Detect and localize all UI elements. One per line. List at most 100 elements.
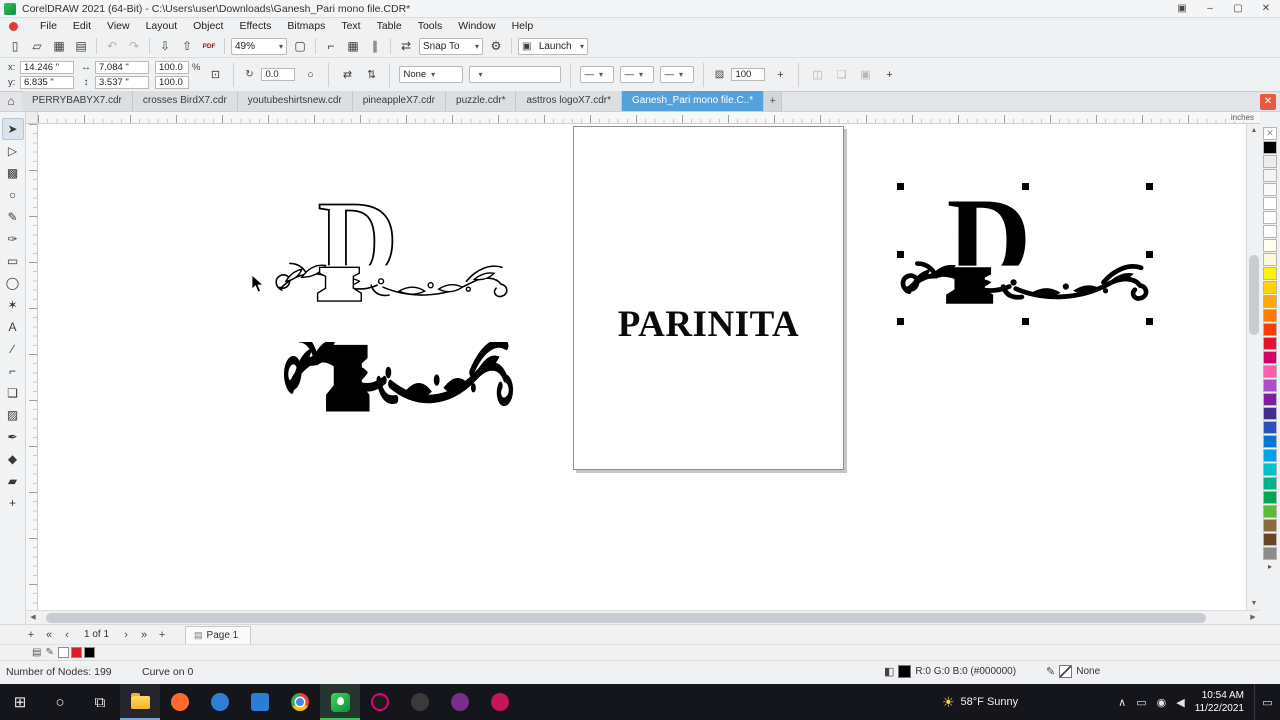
palette-options-icon[interactable]: ▤ [32, 647, 41, 658]
color-swatch[interactable] [1263, 281, 1277, 294]
increase-button[interactable]: + [771, 66, 789, 84]
color-swatch[interactable] [1263, 183, 1277, 196]
launch-select[interactable]: ▣ Launch ▾ [518, 37, 588, 55]
show-guidelines-button[interactable]: ∥ [364, 36, 386, 56]
color-swatch[interactable] [1263, 141, 1277, 154]
search-button[interactable]: ○ [40, 684, 80, 720]
document-color-swatch[interactable] [83, 647, 95, 658]
text-tool[interactable]: A [2, 316, 24, 338]
weather-widget[interactable]: ☀ 58°F Sunny [942, 694, 1018, 711]
line-pattern-select[interactable]: — ▾ [620, 66, 655, 83]
color-swatch[interactable] [1263, 155, 1277, 168]
last-page-button[interactable]: » [135, 626, 153, 644]
first-page-button[interactable]: « [40, 626, 58, 644]
object-properties-button[interactable]: ▣ [856, 66, 874, 84]
import-button[interactable]: ⇩ [154, 36, 176, 56]
maximize-button[interactable]: ▢ [1224, 0, 1252, 18]
network-icon[interactable]: ◉ [1157, 696, 1167, 709]
transparency-tool[interactable]: ▨ [2, 404, 24, 426]
color-swatch[interactable] [1263, 351, 1277, 364]
options-gear-button[interactable]: ⚙ [485, 36, 507, 56]
opacity-field[interactable]: 100 [731, 68, 766, 81]
document-tab[interactable]: PERRYBABYX7.cdr [22, 91, 133, 111]
chrome-button[interactable] [280, 684, 320, 720]
color-swatch[interactable] [1263, 253, 1277, 266]
ruler-origin-box[interactable] [26, 112, 38, 124]
menu-object[interactable]: Object [185, 18, 231, 35]
color-swatch[interactable] [1263, 435, 1277, 448]
color-swatch[interactable] [1263, 393, 1277, 406]
scroll-right-icon[interactable]: ▶ [1246, 611, 1260, 625]
color-swatch[interactable] [1263, 463, 1277, 476]
full-screen-preview-button[interactable]: ▢ [289, 36, 311, 56]
battery-icon[interactable]: ▭ [1136, 696, 1146, 709]
previous-page-button[interactable]: ‹ [58, 626, 76, 644]
scale-y-field[interactable]: 100.0 [155, 75, 189, 89]
zoom-level-select[interactable]: 49% ▾ [231, 37, 287, 55]
color-swatch[interactable] [1263, 533, 1277, 546]
color-swatch[interactable] [1263, 477, 1277, 490]
print-button[interactable]: ▤ [70, 36, 92, 56]
object-width-field[interactable]: 7.084 " [95, 60, 149, 74]
ellipse-tool[interactable]: ◯ [2, 272, 24, 294]
add-page-button-2[interactable]: + [153, 626, 171, 644]
snap-to-select[interactable]: Snap To ▾ [419, 37, 483, 55]
parallel-dimension-tool[interactable]: ∕ [2, 338, 24, 360]
add-page-button[interactable]: + [22, 626, 40, 644]
corel-capture-button[interactable] [400, 684, 440, 720]
fill-color-swatch[interactable] [898, 665, 912, 678]
menu-edit[interactable]: Edit [65, 18, 99, 35]
mirror-horizontal-button[interactable]: ⇄ [338, 66, 356, 84]
document-tab[interactable]: puzzle.cdr* [446, 91, 517, 111]
menu-bitmaps[interactable]: Bitmaps [279, 18, 333, 35]
y-position-field[interactable]: 6.835 " [20, 75, 74, 89]
start-button[interactable]: ⊞ [0, 684, 40, 720]
horizontal-scroll-thumb[interactable] [46, 613, 1206, 623]
close-button[interactable]: ✕ [1252, 0, 1280, 18]
rectangle-tool[interactable]: ▭ [2, 250, 24, 272]
color-swatch[interactable] [1263, 337, 1277, 350]
freehand-tool[interactable]: ✎ [2, 206, 24, 228]
color-swatch[interactable] [1263, 491, 1277, 504]
hidden-icons-caret[interactable]: ∧ [1118, 696, 1126, 709]
scale-x-field[interactable]: 100.0 [155, 60, 189, 74]
menu-text[interactable]: Text [333, 18, 368, 35]
show-rulers-button[interactable]: ⌐ [320, 36, 342, 56]
polygon-tool[interactable]: ✶ [2, 294, 24, 316]
add-preset-button[interactable]: + [880, 66, 898, 84]
drawing-canvas[interactable]: D D [38, 124, 1246, 610]
save-button[interactable]: ▦ [48, 36, 70, 56]
color-swatch[interactable] [1263, 211, 1277, 224]
color-swatch[interactable] [1263, 421, 1277, 434]
document-color-swatch[interactable] [70, 647, 82, 658]
export-button[interactable]: ⇧ [176, 36, 198, 56]
close-document-button[interactable]: ✕ [1260, 94, 1276, 110]
color-swatch[interactable] [1263, 407, 1277, 420]
start-arrowhead-select[interactable]: — ▾ [580, 66, 615, 83]
new-document-tab-button[interactable]: + [764, 92, 783, 111]
color-swatch[interactable] [1263, 295, 1277, 308]
show-grid-button[interactable]: ▦ [342, 36, 364, 56]
task-view-button[interactable]: ⧉ [80, 684, 120, 720]
filled-flourish-piece-graphic[interactable]: D [284, 342, 514, 422]
rotation-angle-field[interactable]: 0.0 [261, 68, 296, 81]
smart-fill-tool[interactable]: ▰ [2, 470, 24, 492]
menu-tools[interactable]: Tools [410, 18, 451, 35]
more-tools-tool[interactable]: + [2, 492, 24, 514]
color-swatch[interactable] [1263, 379, 1277, 392]
eyedropper-icon[interactable]: ✎ [45, 647, 53, 658]
color-swatch[interactable] [1263, 365, 1277, 378]
scroll-left-icon[interactable]: ◀ [26, 611, 40, 625]
photo-paint-button[interactable] [360, 684, 400, 720]
color-swatch[interactable] [1263, 505, 1277, 518]
crop-tool[interactable]: ▩ [2, 162, 24, 184]
document-color-swatch[interactable] [57, 647, 69, 658]
store-button[interactable] [240, 684, 280, 720]
end-arrowhead-select[interactable]: — ▾ [660, 66, 695, 83]
minimize-button[interactable]: – [1196, 0, 1224, 18]
vertical-scrollbar[interactable]: ▲ ▼ [1246, 124, 1260, 610]
corel-font-manager-button[interactable] [440, 684, 480, 720]
menu-view[interactable]: View [99, 18, 138, 35]
interactive-fill-tool[interactable]: ◆ [2, 448, 24, 470]
open-button[interactable]: ▱ [26, 36, 48, 56]
